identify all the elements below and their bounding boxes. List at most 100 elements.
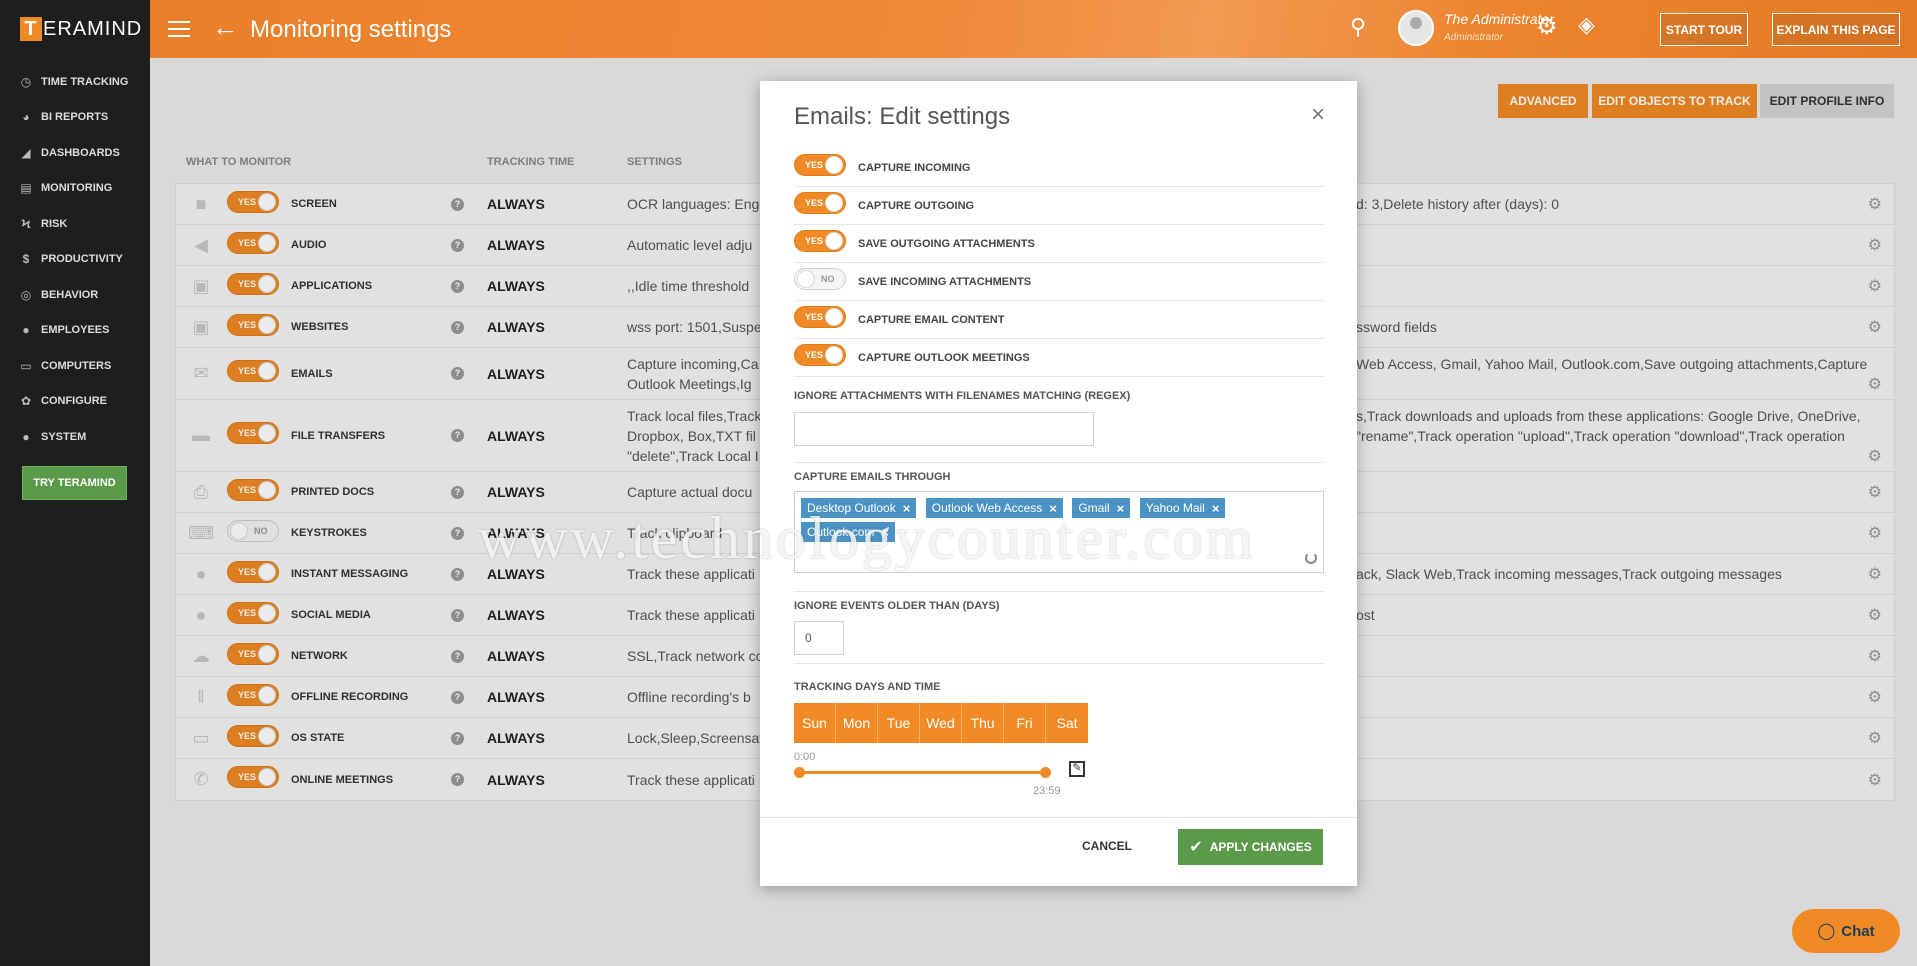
logo-mark: T — [20, 17, 42, 41]
user-gear-icon: ● — [22, 429, 30, 444]
setting-row: YES SAVE OUTGOING ATTACHMENTS — [794, 225, 1324, 263]
sidebar-item-dashboards[interactable]: ◢ DASHBOARDS — [0, 135, 150, 171]
sidebar: T ERAMIND ◷ TIME TRACKING ◕ BI REPORTS ◢ DA… — [0, 0, 150, 966]
footer-divider — [760, 817, 1357, 818]
day-tue[interactable]: Tue — [878, 703, 920, 743]
settings-gear-icon[interactable]: ⚙ — [1536, 12, 1558, 41]
save-incoming-attachments-toggle[interactable]: NO — [794, 268, 846, 295]
check-icon: ✔ — [1189, 839, 1203, 856]
user-role: Administrator — [1444, 32, 1503, 43]
watermark: www.technologycounter.com — [478, 505, 1256, 571]
sidebar-item-computers[interactable]: ▭ COMPUTERS — [0, 348, 150, 384]
setting-row: YES CAPTURE EMAIL CONTENT — [794, 301, 1324, 339]
edit-settings-modal: Emails: Edit settings × YES CAPTURE INCO… — [760, 81, 1357, 886]
time-start-label: 0:00 — [794, 751, 816, 763]
toggle-label: NO — [821, 274, 835, 284]
capture-incoming-toggle[interactable]: YES — [794, 154, 846, 181]
time-end-label: 23:59 — [1033, 785, 1061, 797]
pie-chart-icon: ◕ — [22, 110, 30, 125]
logo[interactable]: T ERAMIND — [0, 0, 150, 58]
edit-icon[interactable]: ✎ — [1069, 761, 1085, 777]
users-icon: ● — [22, 323, 30, 338]
cancel-button[interactable]: CANCEL — [1082, 839, 1132, 853]
sidebar-item-bi-reports[interactable]: ◕ BI REPORTS — [0, 100, 150, 136]
explain-page-button[interactable]: EXPLAIN THIS PAGE — [1772, 13, 1900, 46]
toggle-label: YES — [805, 350, 824, 360]
ignore-attachments-label: IGNORE ATTACHMENTS WITH FILENAMES MATCHI… — [794, 390, 1131, 402]
chat-label: Chat — [1841, 922, 1875, 940]
gear-icon: ✿ — [20, 394, 32, 409]
page-title: Monitoring settings — [250, 16, 452, 43]
divider — [794, 462, 1324, 463]
modal-title: Emails: Edit settings — [794, 103, 1011, 130]
slider-start-handle[interactable] — [794, 767, 805, 778]
setting-row: YES CAPTURE INCOMING — [794, 149, 1324, 187]
close-icon[interactable]: × — [1311, 101, 1325, 129]
avatar[interactable] — [1398, 10, 1434, 46]
capture-email-content-toggle[interactable]: YES — [794, 306, 846, 333]
start-tour-button[interactable]: START TOUR — [1660, 13, 1748, 46]
days-selector: Sun Mon Tue Wed Thu Fri Sat — [794, 703, 1088, 743]
alert-icon[interactable]: ◈ — [1578, 12, 1595, 38]
day-sat[interactable]: Sat — [1046, 703, 1088, 743]
sidebar-item-productivity[interactable]: $ PRODUCTIVITY — [0, 242, 150, 278]
sidebar-item-label: DASHBOARDS — [41, 146, 120, 159]
toggle-label: YES — [805, 160, 824, 170]
sidebar-item-monitoring[interactable]: ▤ MONITORING — [0, 171, 150, 207]
sidebar-item-label: EMPLOYEES — [41, 324, 110, 337]
search-icon[interactable]: ⚲ — [1350, 14, 1366, 40]
top-bar: ← Monitoring settings ⚲ The Administrato… — [150, 0, 1917, 58]
setting-label: CAPTURE OUTGOING — [858, 199, 975, 212]
ignore-attachments-input[interactable] — [794, 412, 1094, 446]
gamepad-icon: ◎ — [20, 287, 32, 302]
sidebar-item-label: BI REPORTS — [41, 111, 109, 124]
day-sun[interactable]: Sun — [794, 703, 836, 743]
apply-label: APPLY CHANGES — [1209, 840, 1312, 854]
sidebar-item-time-tracking[interactable]: ◷ TIME TRACKING — [0, 64, 150, 100]
sidebar-nav: ◷ TIME TRACKING ◕ BI REPORTS ◢ DASHBOARDS ▤… — [0, 58, 150, 455]
back-arrow-icon[interactable]: ← — [212, 12, 238, 43]
setting-row: YES CAPTURE OUTLOOK MEETINGS — [794, 339, 1324, 377]
day-wed[interactable]: Wed — [920, 703, 962, 743]
slider-end-handle[interactable] — [1040, 767, 1051, 778]
area-chart-icon: ◢ — [21, 145, 31, 160]
save-outgoing-attachments-toggle[interactable]: YES — [794, 230, 846, 257]
day-thu[interactable]: Thu — [962, 703, 1004, 743]
sidebar-item-label: BEHAVIOR — [41, 288, 99, 301]
day-fri[interactable]: Fri — [1004, 703, 1046, 743]
sidebar-item-behavior[interactable]: ◎ BEHAVIOR — [0, 277, 150, 313]
monitor-list-icon: ▤ — [20, 181, 32, 196]
toggle-label: YES — [805, 312, 824, 322]
divider — [794, 663, 1324, 664]
sidebar-item-configure[interactable]: ✿ CONFIGURE — [0, 384, 150, 420]
capture-through-label: CAPTURE EMAILS THROUGH — [794, 471, 951, 483]
ignore-older-label: IGNORE EVENTS OLDER THAN (DAYS) — [794, 600, 1000, 612]
apply-changes-button[interactable]: ✔ APPLY CHANGES — [1178, 829, 1323, 865]
menu-icon[interactable] — [168, 16, 190, 42]
logo-text: ERAMIND — [43, 17, 143, 40]
chat-bubble-icon: ◯ — [1817, 923, 1836, 940]
sidebar-item-label: TIME TRACKING — [41, 75, 129, 88]
setting-label: CAPTURE EMAIL CONTENT — [858, 313, 1005, 326]
divider — [794, 591, 1324, 592]
toggle-list: YES CAPTURE INCOMING YES CAPTURE OUTGOIN… — [794, 149, 1324, 377]
ignore-older-input[interactable] — [794, 621, 844, 655]
setting-label: CAPTURE OUTLOOK MEETINGS — [858, 351, 1030, 364]
capture-outgoing-toggle[interactable]: YES — [794, 192, 846, 219]
sidebar-item-system[interactable]: ● SYSTEM — [0, 419, 150, 455]
setting-row: YES CAPTURE OUTGOING — [794, 187, 1324, 225]
toggle-label: YES — [805, 198, 824, 208]
sidebar-item-employees[interactable]: ● EMPLOYEES — [0, 313, 150, 349]
clock-icon: ◷ — [20, 74, 32, 89]
chat-button[interactable]: ◯ Chat — [1792, 909, 1900, 953]
setting-label: CAPTURE INCOMING — [858, 161, 971, 174]
sidebar-item-label: RISK — [41, 217, 68, 230]
tracking-days-label: TRACKING DAYS AND TIME — [794, 681, 941, 693]
try-teramind-button[interactable]: TRY TERAMIND — [22, 466, 127, 500]
sidebar-item-label: SYSTEM — [41, 430, 87, 443]
day-mon[interactable]: Mon — [836, 703, 878, 743]
setting-label: SAVE INCOMING ATTACHMENTS — [858, 275, 1032, 288]
capture-outlook-meetings-toggle[interactable]: YES — [794, 344, 846, 371]
sidebar-item-risk[interactable]: ϟ RISK — [0, 206, 150, 242]
time-range-slider[interactable] — [800, 771, 1045, 774]
